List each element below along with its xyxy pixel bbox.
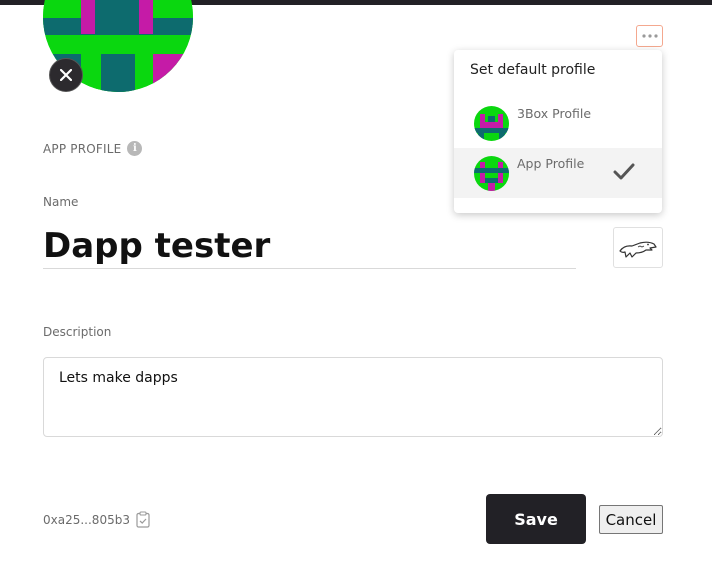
emoji-picker-button[interactable] (613, 227, 663, 268)
remove-avatar-button[interactable] (49, 58, 83, 92)
name-input[interactable] (43, 223, 576, 269)
menu-item-app-profile[interactable]: App Profile (454, 148, 662, 198)
more-options-button[interactable] (636, 25, 663, 47)
cancel-button[interactable]: Cancel (599, 505, 663, 534)
save-button[interactable]: Save (486, 494, 586, 544)
crocodile-icon (619, 241, 657, 258)
info-icon[interactable]: i (127, 141, 143, 156)
more-horizontal-icon (641, 34, 658, 38)
description-label: Description (43, 325, 112, 339)
menu-title: Set default profile (470, 62, 596, 78)
menu-item-label: App Profile (517, 156, 585, 171)
close-icon (60, 69, 72, 81)
name-label: Name (43, 195, 79, 209)
menu-item-label: 3Box Profile (517, 106, 592, 121)
avatar (474, 156, 509, 191)
clipboard-icon[interactable] (136, 511, 150, 528)
default-profile-menu: Set default profile 3Box Profile App Pro… (454, 50, 662, 213)
section-label-text: APP PROFILE (43, 141, 122, 156)
menu-item-3box-profile[interactable]: 3Box Profile (454, 98, 662, 148)
section-label: APP PROFILE i (43, 141, 143, 156)
wallet-address: 0xa25...805b3 (43, 511, 150, 528)
profile-editor: APP PROFILE i Name Description Lets make… (0, 0, 712, 569)
avatar (474, 106, 509, 141)
wallet-address-text: 0xa25...805b3 (43, 512, 130, 527)
check-icon (613, 163, 635, 180)
description-input[interactable]: Lets make dapps (43, 357, 663, 437)
